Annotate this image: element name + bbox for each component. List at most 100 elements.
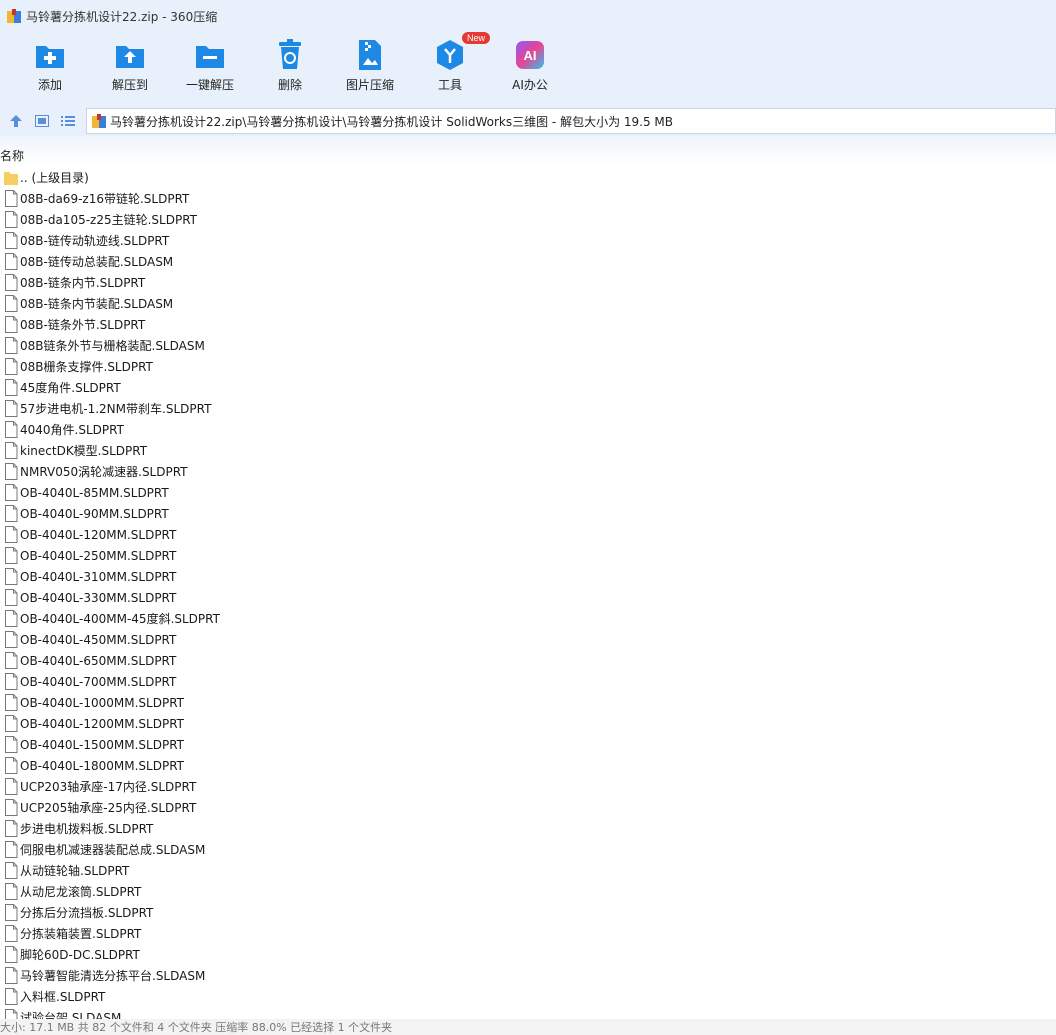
file-icon <box>5 883 18 900</box>
file-icon <box>5 652 18 669</box>
trash-icon <box>273 38 307 72</box>
file-icon <box>5 778 18 795</box>
file-row[interactable]: OB-4040L-1200MM.SLDPRT <box>0 713 1056 734</box>
file-icon <box>5 211 18 228</box>
file-name: NMRV050涡轮减速器.SLDPRT <box>20 465 188 479</box>
file-row[interactable]: 伺服电机减速器装配总成.SLDASM <box>0 839 1056 860</box>
file-name: 08B-链传动轨迹线.SLDPRT <box>20 234 170 248</box>
file-row[interactable]: 08B栅条支撑件.SLDPRT <box>0 356 1056 377</box>
file-row[interactable]: OB-4040L-85MM.SLDPRT <box>0 482 1056 503</box>
file-icon <box>5 316 18 333</box>
file-row[interactable]: 从动尼龙滚筒.SLDPRT <box>0 881 1056 902</box>
file-icon <box>5 673 18 690</box>
file-icon <box>5 358 18 375</box>
tools-button[interactable]: New 工具 <box>410 32 491 106</box>
file-row[interactable]: UCP203轴承座-17内径.SLDPRT <box>0 776 1056 797</box>
file-row[interactable]: 08B-da105-z25主链轮.SLDPRT <box>0 209 1056 230</box>
file-row[interactable]: 08B-链传动总装配.SLDASM <box>0 251 1056 272</box>
list-header-strip <box>0 136 1056 166</box>
file-icon <box>5 442 18 459</box>
file-row[interactable]: OB-4040L-250MM.SLDPRT <box>0 545 1056 566</box>
file-row[interactable]: 57步进电机-1.2NM带刹车.SLDPRT <box>0 398 1056 419</box>
file-name: 08B-链传动总装配.SLDASM <box>20 255 174 269</box>
file-name: OB-4040L-1000MM.SLDPRT <box>20 695 184 710</box>
ai-office-button[interactable]: AI AI办公 <box>490 32 570 106</box>
file-row[interactable]: OB-4040L-650MM.SLDPRT <box>0 650 1056 671</box>
file-row[interactable]: OB-4040L-1000MM.SLDPRT <box>0 692 1056 713</box>
file-name: 步进电机拨料板.SLDPRT <box>20 822 154 836</box>
file-icon <box>5 505 18 522</box>
file-icon <box>5 757 18 774</box>
tools-label: 工具 <box>437 78 462 92</box>
file-name: OB-4040L-700MM.SLDPRT <box>20 674 177 689</box>
parent-directory-row[interactable]: .. (上级目录) <box>0 167 1056 188</box>
list-view-icon <box>61 116 75 126</box>
file-row[interactable]: UCP205轴承座-25内径.SLDPRT <box>0 797 1056 818</box>
file-row[interactable]: 入料框.SLDPRT <box>0 986 1056 1007</box>
file-row[interactable]: 分拣后分流挡板.SLDPRT <box>0 902 1056 923</box>
up-button[interactable] <box>4 109 28 133</box>
file-row[interactable]: OB-4040L-400MM-45度斜.SLDPRT <box>0 608 1056 629</box>
file-row[interactable]: OB-4040L-1800MM.SLDPRT <box>0 755 1056 776</box>
file-icon <box>5 862 18 879</box>
file-row[interactable]: 45度角件.SLDPRT <box>0 377 1056 398</box>
file-row[interactable]: OB-4040L-700MM.SLDPRT <box>0 671 1056 692</box>
main-toolbar: 添加 解压到 一键解压 删除 图片压缩 New 工具 AI AI办公 <box>0 32 1056 106</box>
column-header-name[interactable]: 名称 <box>0 147 24 164</box>
file-row[interactable]: 从动链轮轴.SLDPRT <box>0 860 1056 881</box>
file-row[interactable]: 马铃薯智能清选分拣平台.SLDASM <box>0 965 1056 986</box>
file-icon <box>5 610 18 627</box>
file-row[interactable]: 08B-链条内节装配.SLDASM <box>0 293 1056 314</box>
file-row[interactable]: kinectDK模型.SLDPRT <box>0 440 1056 461</box>
file-row[interactable]: 4040角件.SLDPRT <box>0 419 1056 440</box>
file-row[interactable]: 步进电机拨料板.SLDPRT <box>0 818 1056 839</box>
file-row[interactable]: 08B链条外节与栅格装配.SLDASM <box>0 335 1056 356</box>
file-icon <box>5 274 18 291</box>
file-row[interactable]: 08B-链传动轨迹线.SLDPRT <box>0 230 1056 251</box>
file-name: 从动尼龙滚筒.SLDPRT <box>20 885 142 899</box>
file-name: 入料框.SLDPRT <box>20 990 106 1004</box>
file-row[interactable]: 脚轮60D-DC.SLDPRT <box>0 944 1056 965</box>
file-row[interactable]: 08B-链条外节.SLDPRT <box>0 314 1056 335</box>
new-badge: New <box>462 32 491 44</box>
file-row[interactable]: OB-4040L-120MM.SLDPRT <box>0 524 1056 545</box>
file-name: 试验台架.SLDASM <box>20 1011 122 1019</box>
file-row[interactable]: OB-4040L-310MM.SLDPRT <box>0 566 1056 587</box>
file-icon <box>5 715 18 732</box>
file-name: OB-4040L-400MM-45度斜.SLDPRT <box>20 612 220 626</box>
ai-glyph: AI <box>523 47 537 63</box>
file-name: 08B-da105-z25主链轮.SLDPRT <box>20 213 197 227</box>
extract-to-icon <box>113 38 147 72</box>
file-row[interactable]: 分拣装箱装置.SLDPRT <box>0 923 1056 944</box>
file-row[interactable]: NMRV050涡轮减速器.SLDPRT <box>0 461 1056 482</box>
one-click-extract-button[interactable]: 一键解压 <box>170 32 250 106</box>
status-bar: 大小: 17.1 MB 共 82 个文件和 4 个文件夹 压缩率 88.0% 已… <box>0 1019 1056 1035</box>
add-label: 添加 <box>37 78 62 92</box>
list-view-button[interactable] <box>56 109 80 133</box>
archive-app-icon <box>7 9 21 23</box>
thumbnail-view-icon <box>35 115 49 127</box>
file-icon <box>5 589 18 606</box>
file-name: 57步进电机-1.2NM带刹车.SLDPRT <box>20 402 212 416</box>
image-compress-label: 图片压缩 <box>345 78 394 92</box>
file-row[interactable]: 08B-da69-z16带链轮.SLDPRT <box>0 188 1056 209</box>
file-name: 分拣装箱装置.SLDPRT <box>20 927 142 941</box>
add-button[interactable]: 添加 <box>10 32 90 106</box>
delete-button[interactable]: 删除 <box>250 32 330 106</box>
path-bar[interactable]: 马铃薯分拣机设计22.zip\马铃薯分拣机设计\马铃薯分拣机设计 SolidWo… <box>86 108 1056 134</box>
file-row[interactable]: 08B-链条内节.SLDPRT <box>0 272 1056 293</box>
image-compress-button[interactable]: 图片压缩 <box>330 32 410 106</box>
thumbnail-view-button[interactable] <box>30 109 54 133</box>
file-row[interactable]: OB-4040L-450MM.SLDPRT <box>0 629 1056 650</box>
file-name: 脚轮60D-DC.SLDPRT <box>20 948 140 962</box>
window-title: 马铃薯分拣机设计22.zip - 360压缩 <box>26 9 218 24</box>
file-row[interactable]: OB-4040L-90MM.SLDPRT <box>0 503 1056 524</box>
file-name: 伺服电机减速器装配总成.SLDASM <box>20 843 206 857</box>
file-row[interactable]: OB-4040L-1500MM.SLDPRT <box>0 734 1056 755</box>
file-icon <box>5 253 18 270</box>
file-row[interactable]: 试验台架.SLDASM <box>0 1007 1056 1019</box>
file-list[interactable]: .. (上级目录) 08B-da69-z16带链轮.SLDPRT 08B-da10… <box>0 167 1056 1019</box>
extract-to-button[interactable]: 解压到 <box>90 32 170 106</box>
file-row[interactable]: OB-4040L-330MM.SLDPRT <box>0 587 1056 608</box>
file-name: OB-4040L-85MM.SLDPRT <box>20 485 169 500</box>
